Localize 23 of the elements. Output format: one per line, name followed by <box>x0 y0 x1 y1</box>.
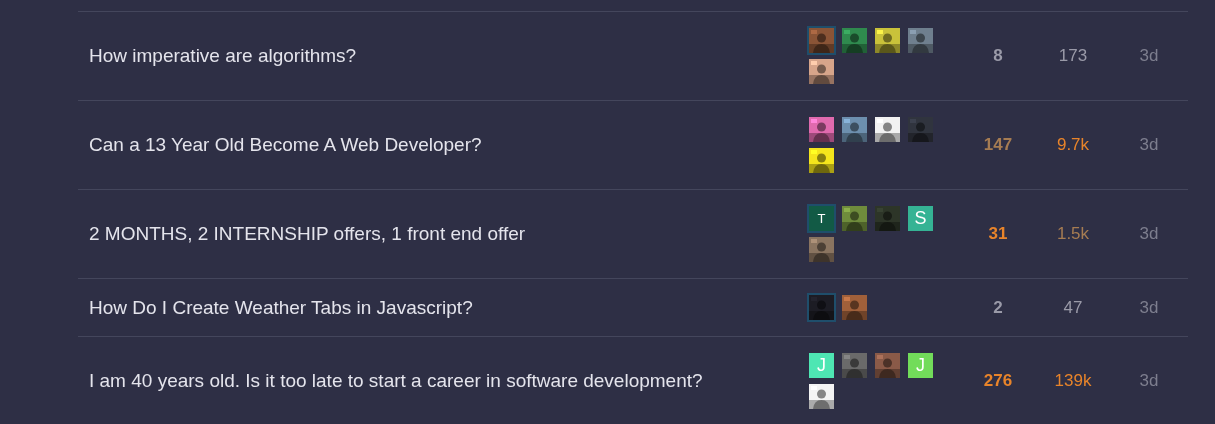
activity-time[interactable]: 3d <box>1110 371 1188 391</box>
topic-title[interactable]: Can a 13 Year Old Become A Web Developer? <box>78 134 482 156</box>
topic-title[interactable]: How imperative are algorithms? <box>78 45 357 67</box>
view-count: 9.7k <box>1055 135 1091 155</box>
view-count: 47 <box>1062 297 1084 318</box>
activity-time[interactable]: 3d <box>1110 46 1188 66</box>
reply-count: 276 <box>982 371 1014 391</box>
topic-title[interactable]: I am 40 years old. Is it too late to start a career in software development? <box>78 370 703 392</box>
reply-count: 8 <box>992 46 1004 66</box>
reply-count: 31 <box>987 224 1009 244</box>
view-count: 1.5k <box>1055 224 1091 244</box>
activity-time[interactable]: 3d <box>1110 297 1188 318</box>
view-count: 139k <box>1053 371 1093 391</box>
letter-avatar[interactable]: J <box>908 353 933 378</box>
topic-title[interactable]: 2 MONTHS, 2 INTERNSHIP offers, 1 front end offer <box>78 223 526 245</box>
topic-title[interactable]: How Do I Create Weather Tabs in Javascript? <box>78 296 473 319</box>
view-count: 173 <box>1057 46 1089 66</box>
reply-count: 147 <box>982 135 1014 155</box>
activity-time[interactable]: 3d <box>1110 224 1188 244</box>
letter-avatar[interactable]: T <box>809 206 834 231</box>
letter-avatar[interactable]: S <box>908 206 933 231</box>
reply-count: 2 <box>992 297 1004 318</box>
activity-time[interactable]: 3d <box>1110 135 1188 155</box>
